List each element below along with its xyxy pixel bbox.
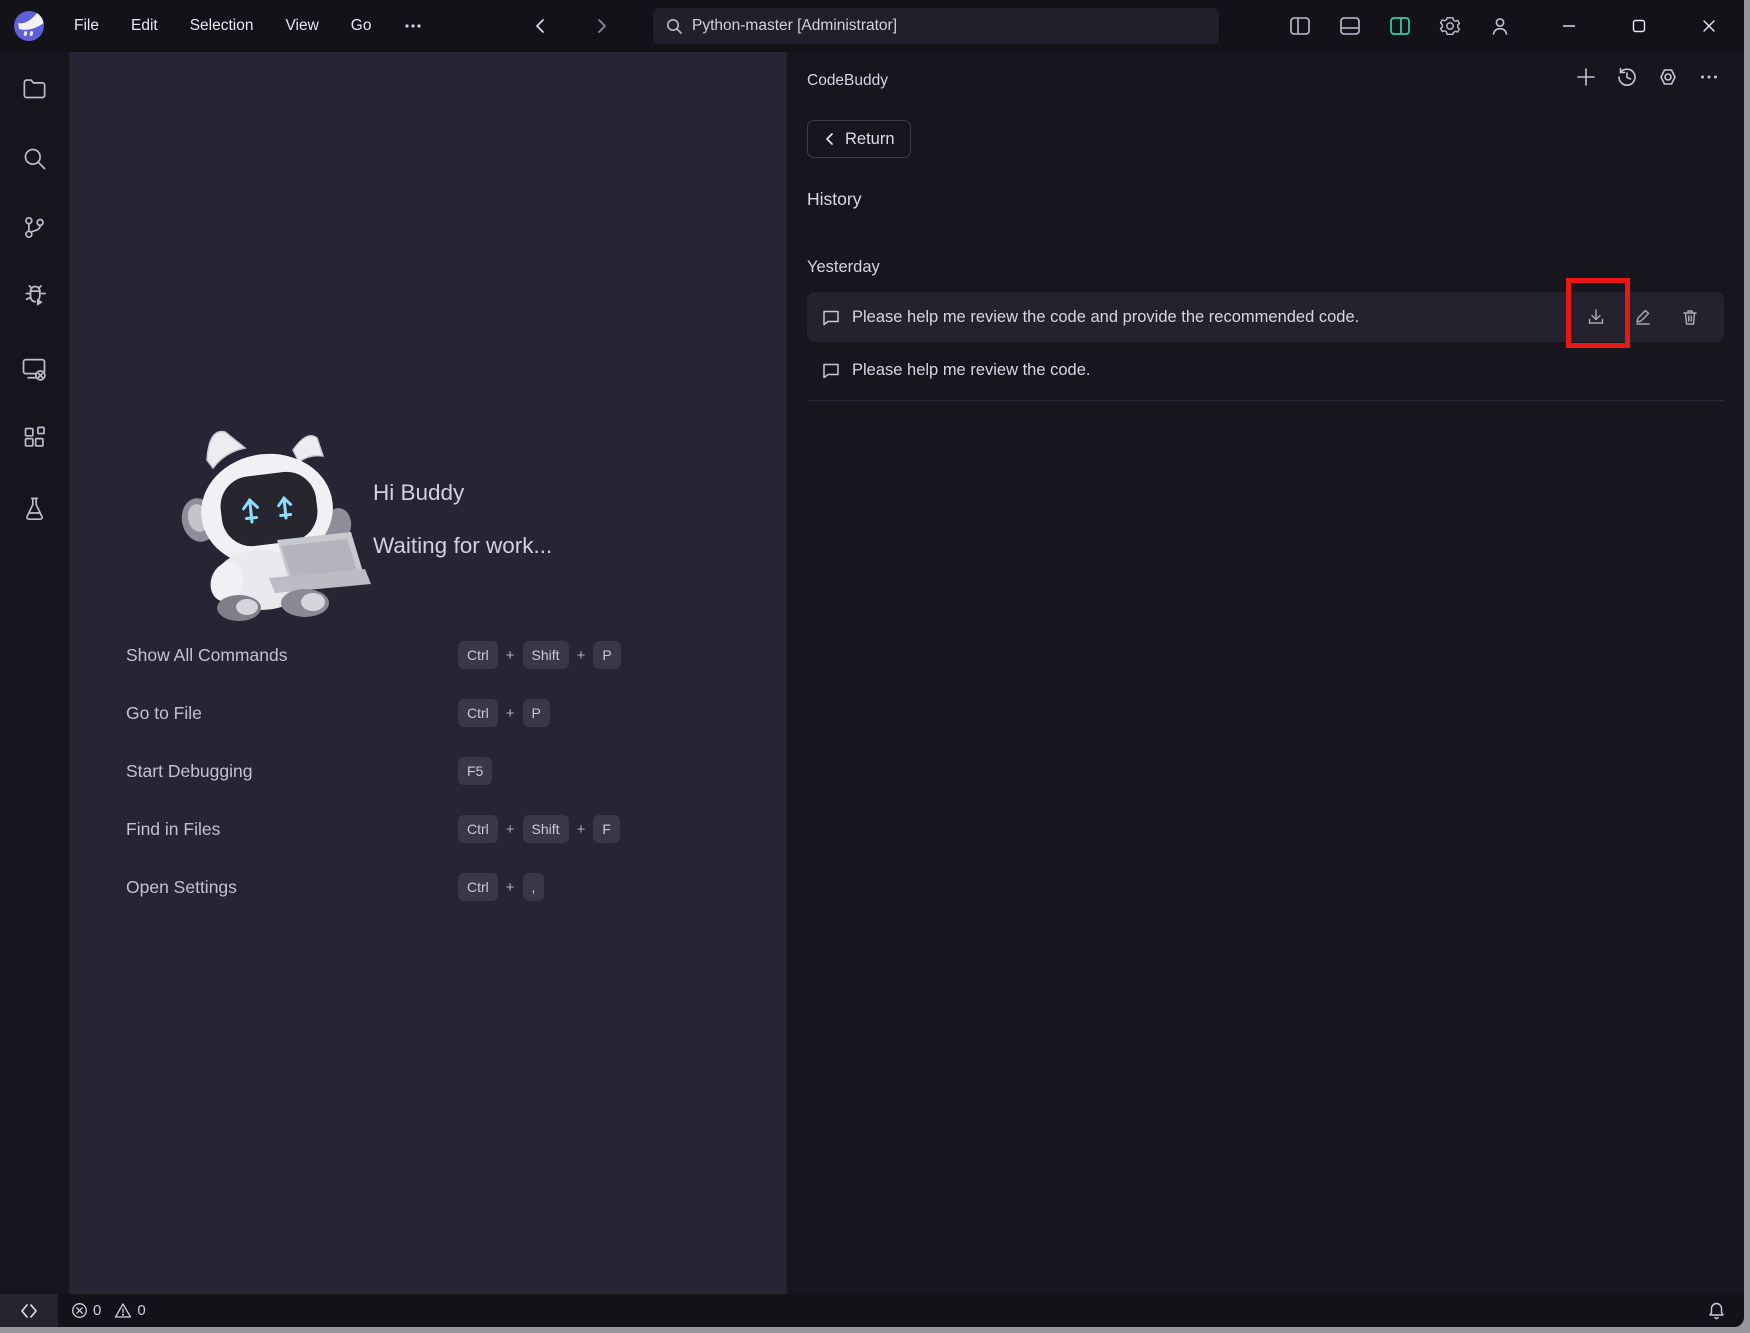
search-value: Python-master [Administrator] (692, 17, 897, 35)
keycap: Shift (523, 641, 569, 669)
chat-bubble-icon (821, 360, 841, 380)
keycap: Shift (523, 815, 569, 843)
keycap: F (593, 815, 620, 843)
status-bar: 0 0 (0, 1294, 1744, 1327)
delete-icon[interactable] (1680, 307, 1700, 327)
source-control-icon[interactable] (10, 203, 58, 251)
shortcut-label: Show All Commands (126, 645, 458, 666)
shortcut-label: Go to File (126, 703, 458, 724)
keycap: F5 (458, 757, 492, 785)
nav-back-icon[interactable] (528, 13, 554, 39)
settings-gear-icon[interactable] (1425, 0, 1475, 52)
nav-forward-icon[interactable] (588, 13, 614, 39)
shortcut-label: Open Settings (126, 877, 458, 898)
shortcut-row-open-settings: Open Settings Ctrl +, (126, 858, 726, 916)
return-button[interactable]: Return (807, 120, 911, 158)
history-divider (807, 400, 1724, 401)
key-separator: + (577, 821, 586, 838)
search-sidebar-icon[interactable] (10, 134, 58, 182)
explorer-icon[interactable] (10, 64, 58, 112)
run-debug-icon[interactable] (10, 273, 58, 321)
key-separator: + (506, 647, 515, 664)
maximize-button[interactable] (1604, 0, 1674, 52)
editor-welcome-area: Hi Buddy Waiting for work... Show All Co… (69, 52, 787, 1294)
account-icon[interactable] (1475, 0, 1525, 52)
history-item[interactable]: Please help me review the code and provi… (807, 292, 1724, 342)
key-separator: + (506, 821, 515, 838)
keycap: , (523, 873, 545, 901)
key-separator: + (506, 705, 515, 722)
history-heading: History (807, 189, 861, 210)
return-button-label: Return (845, 130, 895, 149)
close-button[interactable] (1674, 0, 1744, 52)
panel-settings-icon[interactable] (1657, 66, 1679, 88)
menu-file[interactable]: File (58, 0, 115, 52)
shortcut-row-start-debugging: Start Debugging F5 (126, 742, 726, 800)
menu-go[interactable]: Go (335, 0, 388, 52)
menu-view[interactable]: View (269, 0, 334, 52)
edit-icon[interactable] (1633, 307, 1653, 327)
shortcut-keys: Ctrl + P (458, 699, 550, 727)
title-bar: File Edit Selection View Go Python-maste… (0, 0, 1744, 52)
keycap: Ctrl (458, 815, 498, 843)
search-icon (665, 17, 683, 35)
menu-bar: File Edit Selection View Go (58, 0, 439, 52)
keycap: P (523, 699, 550, 727)
warnings-icon (114, 1302, 132, 1319)
toggle-bottom-panel-icon[interactable] (1325, 0, 1375, 52)
history-item-text: Please help me review the code. (852, 361, 1700, 380)
shortcut-row-show-all-commands: Show All Commands Ctrl + Shift + P (126, 626, 726, 684)
remote-indicator-icon[interactable] (0, 1294, 58, 1327)
shortcut-list: Show All Commands Ctrl + Shift + P Go to Fil… (126, 626, 726, 916)
key-separator: + (577, 647, 586, 664)
keycap: Ctrl (458, 873, 498, 901)
history-group-label: Yesterday (807, 258, 880, 277)
codebuddy-mascot (165, 422, 377, 622)
panel-title: CodeBuddy (807, 72, 888, 90)
keycap: Ctrl (458, 641, 498, 669)
key-separator: + (506, 879, 515, 896)
panel-more-icon[interactable] (1698, 66, 1720, 88)
remote-explorer-icon[interactable] (10, 345, 58, 393)
shortcut-label: Find in Files (126, 819, 458, 840)
toggle-left-sidebar-icon[interactable] (1275, 0, 1325, 52)
minimize-button[interactable] (1534, 0, 1604, 52)
menu-more-icon[interactable] (387, 16, 439, 36)
keycap: P (593, 641, 620, 669)
history-icon[interactable] (1616, 66, 1638, 88)
export-download-icon[interactable] (1586, 307, 1606, 327)
search-input[interactable]: Python-master [Administrator] (653, 8, 1219, 44)
app-logo-icon (12, 9, 46, 43)
history-item[interactable]: Please help me review the code. (807, 348, 1724, 392)
chevron-left-icon (823, 132, 837, 146)
error-count: 0 (93, 1302, 101, 1319)
shortcut-row-find-in-files: Find in Files Ctrl + Shift + F (126, 800, 726, 858)
keycap: Ctrl (458, 699, 498, 727)
toggle-right-sidebar-icon[interactable] (1375, 0, 1425, 52)
history-item-text: Please help me review the code and provi… (852, 308, 1586, 327)
errors-icon (71, 1302, 88, 1319)
greeting-subtitle: Waiting for work... (373, 519, 552, 572)
new-chat-icon[interactable] (1575, 66, 1597, 88)
shortcut-label: Start Debugging (126, 761, 458, 782)
menu-selection[interactable]: Selection (174, 0, 270, 52)
greeting-title: Hi Buddy (373, 466, 552, 519)
warning-count: 0 (137, 1302, 145, 1319)
shortcut-keys: Ctrl + Shift + F (458, 815, 620, 843)
activity-bar (0, 52, 69, 1294)
test-lab-icon[interactable] (10, 484, 58, 532)
problems-indicator[interactable]: 0 0 (71, 1302, 154, 1319)
app-window: File Edit Selection View Go Python-maste… (0, 0, 1744, 1327)
extensions-icon[interactable] (10, 413, 58, 461)
codebuddy-panel: CodeBuddy Return History Yesterday (787, 52, 1744, 1294)
shortcut-keys: Ctrl + Shift + P (458, 641, 621, 669)
shortcut-keys: F5 (458, 757, 492, 785)
chat-bubble-icon (821, 307, 841, 327)
notifications-bell-icon[interactable] (1707, 1294, 1726, 1327)
menu-edit[interactable]: Edit (115, 0, 174, 52)
shortcut-keys: Ctrl +, (458, 873, 544, 901)
shortcut-row-go-to-file: Go to File Ctrl + P (126, 684, 726, 742)
